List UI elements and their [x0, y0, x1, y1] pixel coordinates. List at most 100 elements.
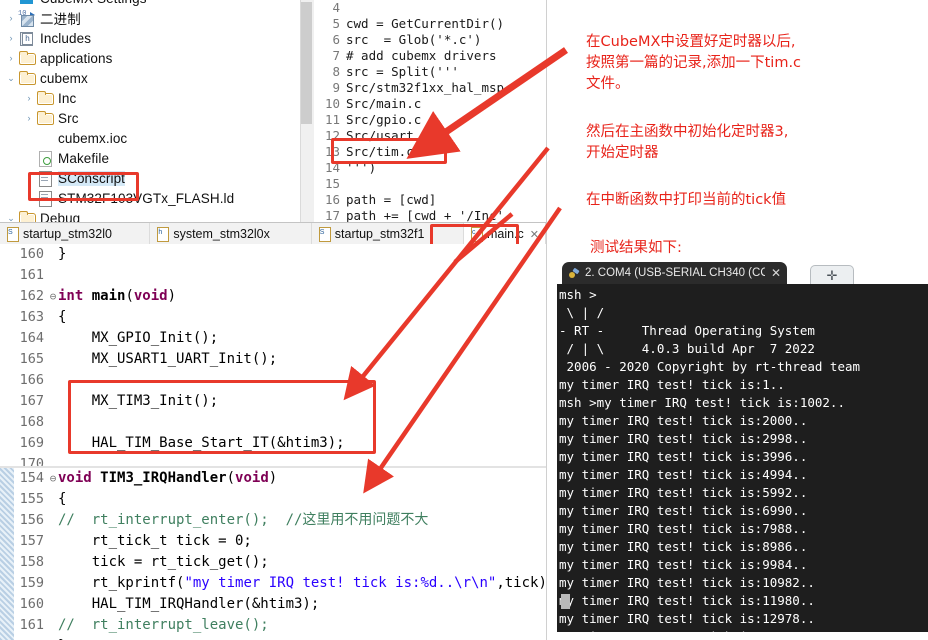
terminal-line: my timer IRQ test! tick is:12978..: [559, 611, 815, 626]
line-text: Src/stm32f1xx_hal_msp: [346, 80, 505, 95]
line-text: # add cubemx drivers: [346, 48, 497, 63]
annotation-note-2: 然后在主函数中初始化定时器3, 开始定时器: [586, 124, 789, 161]
tree-twisty-icon[interactable]: ·: [22, 188, 36, 208]
plus-icon: ✛: [826, 267, 838, 283]
main-c-editor[interactable]: 160} 161 162 ⊖ int main(void) 163 {164 MX_GPIO…: [0, 244, 546, 466]
code-text: // rt_interrupt_enter(); //这里用不用问题不大: [58, 512, 429, 528]
code-text: MX_USART1_UART_Init();: [58, 351, 278, 367]
fold-toggle-icon: [48, 594, 58, 615]
fold-toggle-icon[interactable]: ⊖: [48, 286, 58, 307]
tree-twisty-icon[interactable]: ⌄: [4, 208, 18, 222]
terminal-line: my timer IRQ test! tick is:2998..: [559, 431, 808, 446]
tree-twisty-icon[interactable]: ·: [22, 148, 36, 168]
editor-tab-label: main.c: [486, 227, 524, 241]
tree-item-makefile[interactable]: · Makefile: [0, 148, 300, 168]
tree-twisty-icon[interactable]: ›: [4, 48, 18, 68]
editor-tab-startup-stm32f1[interactable]: Sstartup_stm32f1: [311, 223, 464, 245]
editor-tab-close-icon[interactable]: ✕: [530, 228, 539, 241]
tree-item-includes[interactable]: › Includes: [0, 28, 300, 48]
fold-toggle-icon: [48, 349, 58, 370]
code-text: int main(void): [58, 288, 177, 304]
editor-tab-main-c[interactable]: c main.c ✕: [463, 223, 546, 245]
tree-twisty-icon[interactable]: ›: [22, 108, 36, 128]
code-text: }: [58, 246, 67, 262]
code-line: 170: [0, 454, 546, 466]
line-text: src = Glob('*.c'): [346, 32, 482, 47]
fold-toggle-icon[interactable]: ⊖: [48, 468, 58, 489]
tree-item-src[interactable]: › Src: [0, 108, 300, 128]
tree-twisty-icon[interactable]: ›: [22, 88, 36, 108]
code-text: HAL_TIM_IRQHandler(&htim3);: [58, 596, 320, 612]
mx-icon: MX: [36, 130, 54, 146]
terminal-line: my timer IRQ test! tick is:8986..: [559, 539, 808, 554]
editor-tab-bar[interactable]: Sstartup_stm32l0 h system_stm32l0x Sstartup…: [0, 222, 546, 246]
tree-twisty-icon[interactable]: ·: [4, 0, 18, 8]
editor-tab-system-stm32l0x[interactable]: h system_stm32l0x: [150, 223, 312, 245]
tree-twisty-icon[interactable]: ›: [4, 8, 18, 28]
fold-toggle-icon: [48, 531, 58, 552]
sconscript-line: 12 Src/usart.c: [314, 128, 546, 144]
terminal-line: 2006 - 2020 Copyright by rt-thread team: [559, 359, 861, 374]
terminal-new-tab-button[interactable]: ✛: [810, 265, 854, 285]
code-text: rt_kprintf("my timer IRQ test! tick is:%…: [58, 575, 546, 591]
line-number: 17: [324, 208, 340, 222]
tree-twisty-icon[interactable]: ⌄: [4, 68, 18, 88]
terminal-tab-com4[interactable]: 2. COM4 (USB-SERIAL CH340 (CO ✕: [562, 262, 787, 284]
line-number: 161: [19, 267, 44, 283]
tree-item-cubemx-ioc[interactable]: ·MXcubemx.ioc: [0, 128, 300, 148]
irq-handler-editor[interactable]: 154 ⊖ void TIM3_IRQHandler(void) 155{156// …: [0, 468, 546, 640]
tree-item-label: CubeMX Settings: [40, 0, 147, 6]
terminal-line: my timer IRQ test! tick is:1..: [559, 377, 785, 392]
line-number: 5: [332, 16, 340, 31]
code-line: 162}: [0, 636, 546, 640]
serial-terminal-window[interactable]: 2. COM4 (USB-SERIAL CH340 (CO ✕ ✛ msh > …: [557, 262, 928, 632]
tree-twisty-icon[interactable]: ·: [22, 128, 36, 148]
fold-toggle-icon: [48, 307, 58, 328]
tree-item-cubemx[interactable]: ⌄ cubemx: [0, 68, 300, 88]
terminal-line: my timer IRQ test! tick is:2000..: [559, 413, 808, 428]
code-line: 164 MX_GPIO_Init();: [0, 328, 546, 349]
folder-icon: [36, 110, 54, 126]
fold-toggle-icon: [48, 370, 58, 391]
tree-item-cubemx-settings[interactable]: · CubeMX Settings: [0, 0, 300, 8]
annotation-note-4: 测试结果如下:: [590, 240, 682, 256]
editor-tab-startup-stm32l0[interactable]: Sstartup_stm32l0: [0, 223, 151, 245]
project-explorer-tree[interactable]: · CubeMX Settings › 二进制 › Includes › applicatio…: [0, 0, 300, 222]
code-line: 158 tick = rt_tick_get();: [0, 552, 546, 573]
code-line: 169 HAL_TIM_Base_Start_IT(&htim3);: [0, 433, 546, 454]
terminal-tab-close-icon[interactable]: ✕: [771, 266, 781, 280]
tree-item-[interactable]: › 二进制: [0, 8, 300, 28]
tree-item-applications[interactable]: › applications: [0, 48, 300, 68]
cubemx-settings-icon: [18, 0, 36, 6]
line-text: Src/usart.c: [346, 128, 429, 143]
code-line: 157 rt_tick_t tick = 0;: [0, 531, 546, 552]
fold-toggle-icon: [48, 615, 58, 636]
file-icon: [36, 190, 54, 207]
code-text: // rt_interrupt_leave();: [58, 617, 269, 633]
explorer-scrollbar-thumb[interactable]: [301, 2, 312, 124]
line-number: 163: [19, 309, 44, 325]
terminal-output[interactable]: msh > \ | / - RT - Thread Operating Syste…: [557, 284, 928, 632]
terminal-line: / | \ 4.0.3 build Apr 7 2022: [559, 341, 815, 356]
fold-toggle-icon: [48, 552, 58, 573]
fold-toggle-icon: [48, 573, 58, 594]
line-number: 166: [19, 372, 44, 388]
file-type-icon: h: [156, 227, 170, 242]
tree-twisty-icon[interactable]: ·: [22, 168, 36, 188]
code-line: 163 {: [0, 307, 546, 328]
tree-item-inc[interactable]: › Inc: [0, 88, 300, 108]
fold-toggle-icon: [48, 510, 58, 531]
tree-item-stm32f103vgtx-flash-ld[interactable]: · STM32F103VGTx_FLASH.ld: [0, 188, 300, 208]
terminal-line: my timer IRQ test! tick is:13976..: [559, 628, 928, 632]
annotation-note-3: 在中断函数中打印当前的tick值: [586, 192, 787, 208]
terminal-tab-strip[interactable]: 2. COM4 (USB-SERIAL CH340 (CO ✕ ✛: [557, 262, 928, 285]
sconscript-code-view[interactable]: 4 5 cwd = GetCurrentDir() 6 src = Glob('*.c'…: [314, 0, 546, 222]
editor-tab-label: system_stm32l0x: [173, 227, 270, 241]
tree-item-label: STM32F103VGTx_FLASH.ld: [58, 190, 235, 206]
tree-item-debug[interactable]: ⌄ Debug: [0, 208, 300, 222]
line-number: 4: [332, 0, 340, 15]
tree-twisty-icon[interactable]: ›: [4, 28, 18, 48]
tree-item-sconscript[interactable]: · SConscript: [0, 168, 300, 188]
serial-plug-icon: [568, 267, 581, 280]
file-type-icon: S: [6, 227, 19, 242]
